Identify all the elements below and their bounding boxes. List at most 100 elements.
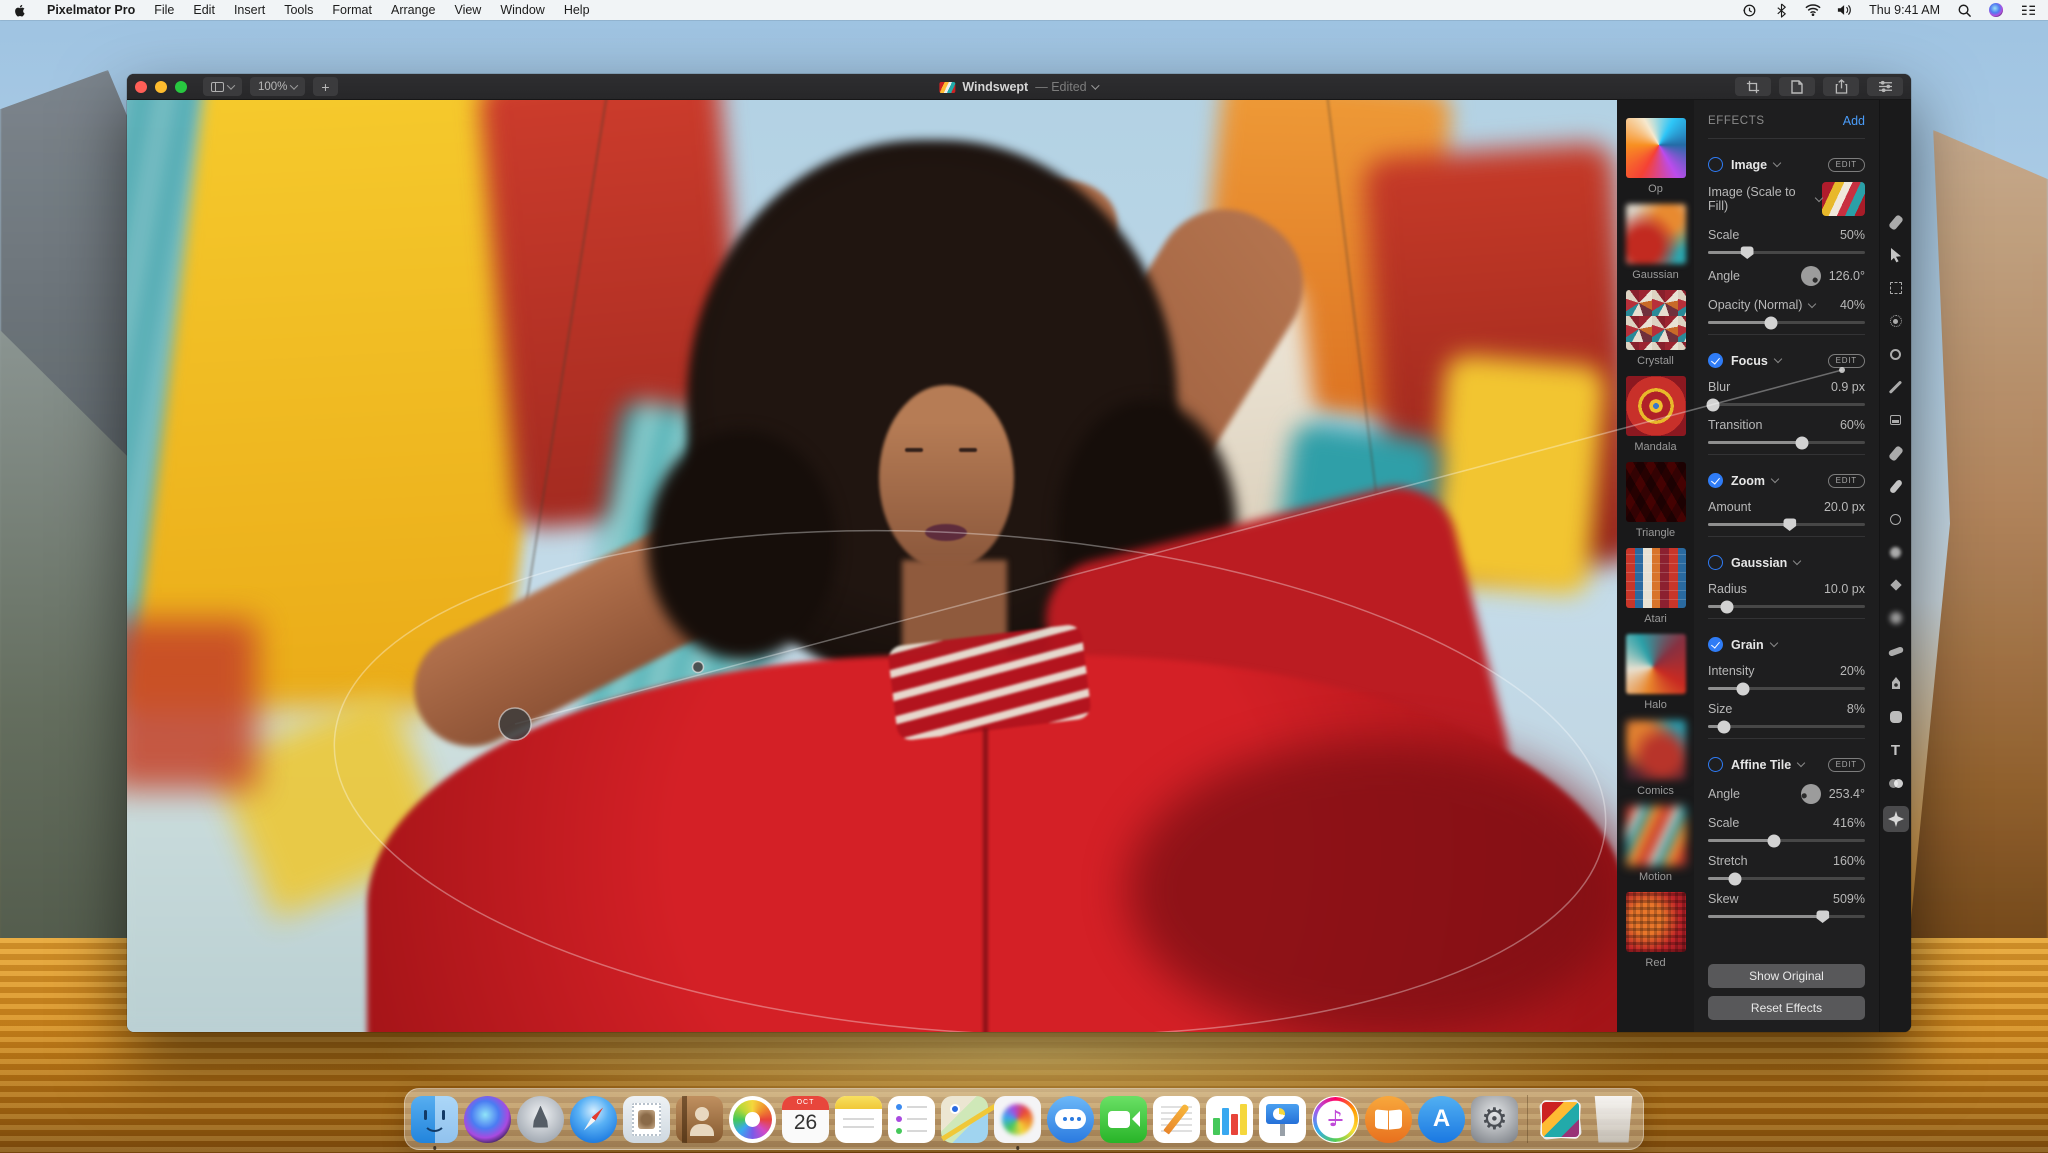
slider-thumb[interactable]	[1736, 682, 1750, 695]
volume-icon[interactable]	[1837, 3, 1853, 18]
amount-slider[interactable]	[1708, 518, 1865, 531]
preset-halo[interactable]: Halo	[1625, 634, 1686, 711]
dock-pixelmator-pro[interactable]	[994, 1095, 1041, 1150]
slider-thumb[interactable]	[1720, 600, 1734, 613]
blur-slider[interactable]	[1706, 398, 1865, 411]
rect-select-tool[interactable]	[1883, 278, 1909, 298]
preset-mandala[interactable]: Mandala	[1625, 376, 1686, 453]
document-edited-label[interactable]: — Edited	[1035, 80, 1100, 94]
menu-app-name[interactable]: Pixelmator Pro	[47, 3, 135, 17]
chevron-down-icon[interactable]	[1808, 299, 1817, 308]
menu-edit[interactable]: Edit	[193, 3, 215, 17]
slider-thumb[interactable]	[1706, 398, 1720, 411]
chevron-down-icon[interactable]	[1796, 758, 1806, 768]
canvas-size-button[interactable]	[1779, 77, 1815, 96]
dock-launchpad[interactable]	[517, 1095, 564, 1143]
zoom-effect-checkbox[interactable]	[1708, 473, 1723, 488]
slider-thumb[interactable]	[1783, 518, 1797, 531]
image-edit-button[interactable]: EDIT	[1827, 157, 1865, 172]
share-button[interactable]	[1823, 77, 1859, 96]
affine-tile-effect-checkbox[interactable]	[1708, 757, 1723, 772]
pen-tool[interactable]	[1883, 674, 1909, 694]
close-button[interactable]	[135, 80, 147, 93]
slider-thumb[interactable]	[1795, 436, 1809, 449]
sliders-settings-button[interactable]	[1867, 77, 1903, 96]
dock-notes[interactable]	[835, 1095, 882, 1143]
gaussian-effect-checkbox[interactable]	[1708, 555, 1723, 570]
color-adjustments-tool[interactable]	[1883, 773, 1909, 793]
affine-angle-dial[interactable]	[1800, 784, 1821, 804]
dock-mail[interactable]	[623, 1095, 670, 1143]
scale-slider[interactable]	[1708, 246, 1865, 259]
dock-system-preferences[interactable]: ⚙	[1471, 1095, 1518, 1143]
skew-slider[interactable]	[1708, 910, 1865, 923]
dock-numbers[interactable]	[1206, 1095, 1253, 1143]
menu-format[interactable]: Format	[332, 3, 372, 17]
reset-effects-button[interactable]: Reset Effects	[1708, 996, 1865, 1020]
opacity-slider[interactable]	[1708, 316, 1865, 329]
minimize-button[interactable]	[155, 80, 167, 93]
image-source-thumbnail[interactable]	[1821, 182, 1865, 216]
soften-tool[interactable]	[1883, 608, 1909, 628]
transition-slider[interactable]	[1708, 436, 1865, 449]
angle-dial[interactable]	[1800, 266, 1821, 286]
shape-tool[interactable]	[1883, 707, 1909, 727]
slider-thumb[interactable]	[1764, 316, 1778, 329]
add-effect-button[interactable]: Add	[1843, 114, 1865, 128]
slider-thumb[interactable]	[1740, 246, 1754, 259]
arrow-select-tool[interactable]	[1883, 245, 1909, 265]
menu-insert[interactable]: Insert	[234, 3, 265, 17]
slider-thumb[interactable]	[1767, 834, 1781, 847]
preset-crystallize[interactable]: Crystall	[1625, 290, 1686, 367]
blur-tool[interactable]	[1883, 542, 1909, 562]
dock-photos[interactable]	[729, 1095, 776, 1143]
smart-select-tool[interactable]	[1883, 344, 1909, 364]
menu-file[interactable]: File	[154, 3, 174, 17]
quick-select-tool[interactable]	[1883, 311, 1909, 331]
size-slider[interactable]	[1708, 720, 1865, 733]
menu-window[interactable]: Window	[500, 3, 544, 17]
siri-icon[interactable]	[1988, 3, 2004, 18]
chevron-down-icon[interactable]	[1793, 556, 1802, 566]
sharpen-tool[interactable]	[1883, 575, 1909, 595]
apple-menu-icon[interactable]	[12, 3, 28, 18]
affine-edit-button[interactable]: EDIT	[1827, 757, 1865, 772]
menu-clock[interactable]: Thu 9:41 AM	[1869, 3, 1940, 17]
canvas[interactable]	[127, 100, 1617, 1032]
dock-documents-stack[interactable]	[1537, 1096, 1584, 1143]
dock-siri[interactable]	[464, 1095, 511, 1143]
preset-gaussian[interactable]: Gaussian	[1625, 204, 1686, 281]
preset-motion[interactable]: Motion	[1625, 806, 1686, 883]
dock-reminders[interactable]	[888, 1095, 935, 1143]
crop-button[interactable]	[1735, 77, 1771, 96]
zoom-level-button[interactable]: 100%	[250, 77, 306, 96]
grain-effect-checkbox[interactable]	[1708, 637, 1723, 652]
chevron-down-icon[interactable]	[1772, 158, 1782, 168]
dock-finder[interactable]	[411, 1095, 458, 1150]
view-options-button[interactable]	[203, 77, 242, 96]
slider-thumb[interactable]	[1816, 910, 1830, 923]
dock-itunes[interactable]: ♪	[1312, 1095, 1359, 1143]
dock-safari[interactable]	[570, 1095, 617, 1143]
menu-tools[interactable]: Tools	[284, 3, 313, 17]
dock-keynote[interactable]	[1259, 1095, 1306, 1143]
heal-tool[interactable]	[1883, 476, 1909, 496]
menu-arrange[interactable]: Arrange	[391, 3, 435, 17]
chevron-down-icon[interactable]	[1770, 474, 1780, 484]
eraser-tool[interactable]	[1883, 443, 1909, 463]
dock-pages[interactable]	[1153, 1095, 1200, 1143]
dock-trash[interactable]	[1594, 1095, 1633, 1143]
radius-slider[interactable]	[1708, 600, 1865, 613]
preset-triangle[interactable]: Triangle	[1625, 462, 1686, 539]
menu-view[interactable]: View	[454, 3, 481, 17]
dock-app-store[interactable]: A	[1418, 1095, 1465, 1143]
dock-contacts[interactable]	[676, 1095, 723, 1143]
dock-ibooks[interactable]	[1365, 1095, 1412, 1143]
dock-calendar[interactable]: OCT 26	[782, 1095, 829, 1143]
image-effect-checkbox[interactable]	[1708, 157, 1723, 172]
dock-maps[interactable]	[940, 1095, 1004, 1143]
zoom-edit-button[interactable]: EDIT	[1827, 473, 1865, 488]
affine-scale-slider[interactable]	[1708, 834, 1865, 847]
show-original-button[interactable]: Show Original	[1708, 964, 1865, 988]
preset-comics[interactable]: Comics	[1625, 720, 1686, 797]
